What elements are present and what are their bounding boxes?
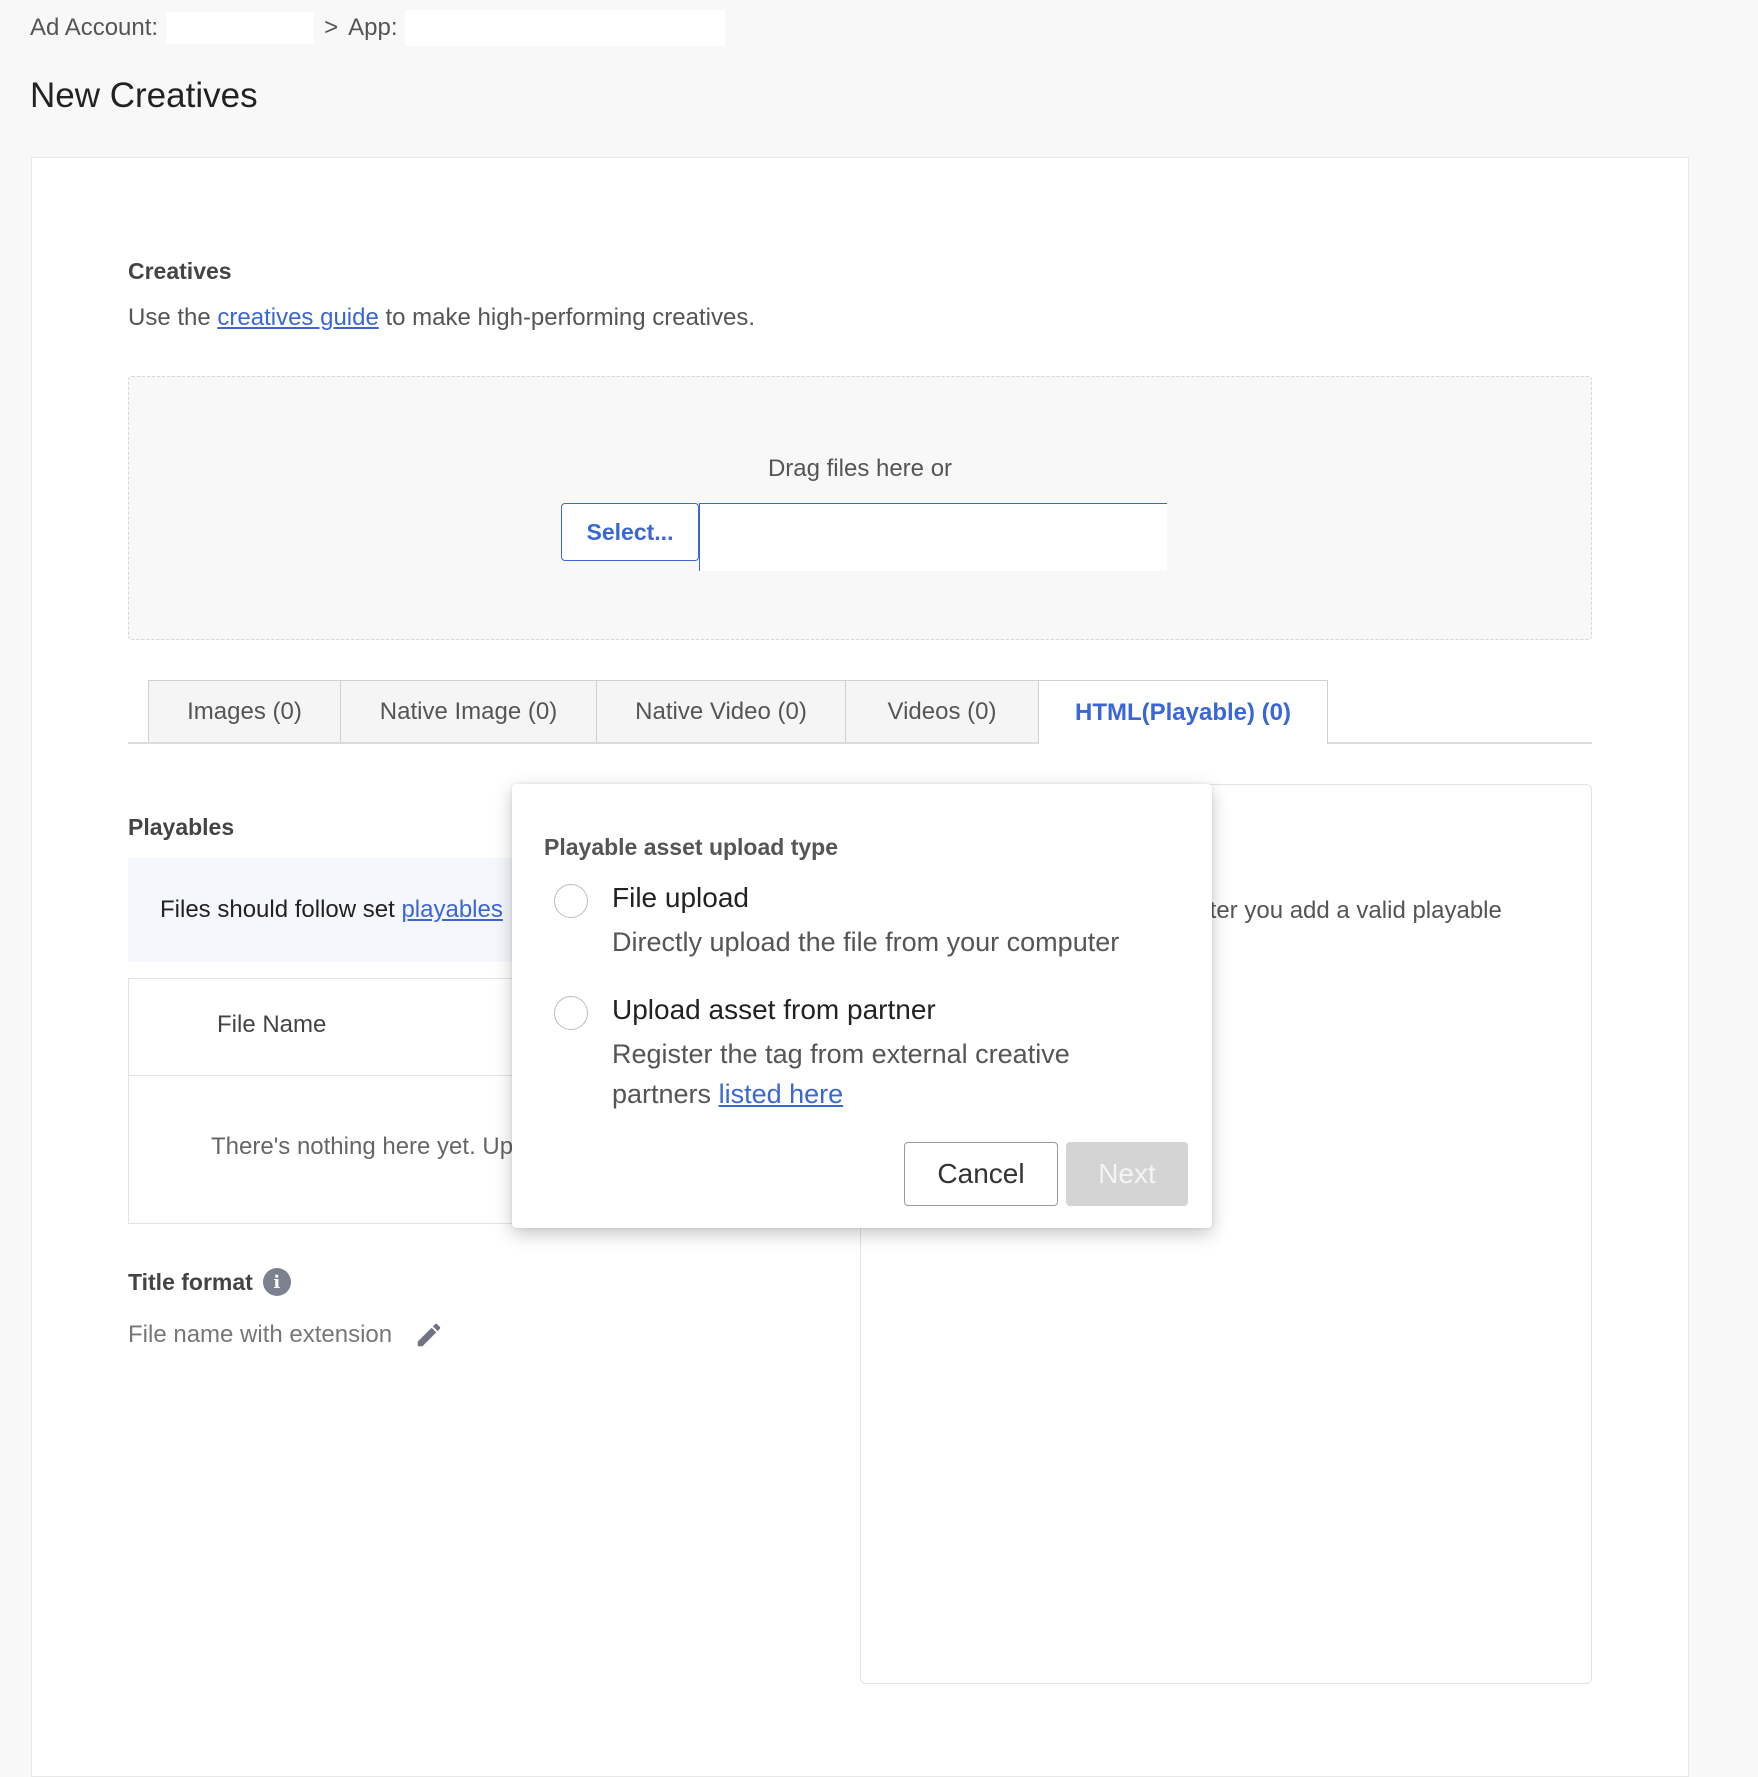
title-format-value: File name with extension xyxy=(128,1321,393,1348)
partner-upload-option-desc: Register the tag from external creative … xyxy=(612,1034,1070,1114)
title-format-row: Title format i xyxy=(128,1268,291,1296)
title-format-value-row: File name with extension xyxy=(128,1320,444,1350)
partner-upload-radio[interactable] xyxy=(554,996,588,1030)
ad-account-value xyxy=(166,12,315,44)
next-button: Next xyxy=(1066,1142,1188,1206)
tab-images[interactable]: Images (0) xyxy=(148,680,341,742)
app-value xyxy=(405,10,726,46)
tab-html-playable[interactable]: HTML(Playable) (0) xyxy=(1038,680,1328,744)
app-label: App: xyxy=(348,14,398,41)
partner-desc-line2: partners listed here xyxy=(612,1074,1070,1114)
partners-listed-here-link[interactable]: listed here xyxy=(719,1079,844,1109)
creative-type-tabs: Images (0) Native Image (0) Native Video… xyxy=(128,680,1592,744)
tab-videos[interactable]: Videos (0) xyxy=(845,680,1039,742)
file-name-column-header: File Name xyxy=(217,1011,327,1038)
page-title: New Creatives xyxy=(30,76,258,115)
drag-files-text: Drag files here or xyxy=(767,455,953,482)
modal-title: Playable asset upload type xyxy=(544,834,839,860)
upload-type-modal: Playable asset upload type File upload D… xyxy=(512,784,1212,1228)
select-files-button[interactable]: Select... xyxy=(561,503,699,561)
playables-heading: Playables xyxy=(128,814,235,840)
guide-prefix: Use the xyxy=(128,304,211,331)
file-dropzone[interactable]: Drag files here or Select... xyxy=(128,376,1592,640)
partner-desc-line1: Register the tag from external creative xyxy=(612,1039,1070,1069)
file-upload-option-title[interactable]: File upload xyxy=(612,882,749,914)
breadcrumb-separator: > xyxy=(324,14,339,41)
ad-account-label: Ad Account: xyxy=(30,14,159,41)
selected-file-field xyxy=(699,503,1167,571)
guide-suffix: to make high-performing creatives. xyxy=(385,304,756,331)
pencil-icon[interactable] xyxy=(414,1320,444,1350)
breadcrumb: Ad Account: > App: xyxy=(30,10,726,46)
cancel-button[interactable]: Cancel xyxy=(904,1142,1058,1206)
file-upload-radio[interactable] xyxy=(554,884,588,918)
title-format-label: Title format xyxy=(128,1268,253,1295)
tab-native-image[interactable]: Native Image (0) xyxy=(340,680,597,742)
partner-upload-option-title[interactable]: Upload asset from partner xyxy=(612,994,936,1026)
creatives-guide-link[interactable]: creatives guide xyxy=(217,304,378,331)
playables-spec-link[interactable]: playables xyxy=(401,896,502,924)
file-upload-option-desc: Directly upload the file from your compu… xyxy=(612,927,1120,957)
playables-info-prefix: Files should follow set xyxy=(160,896,395,923)
partner-desc-prefix: partners xyxy=(612,1079,712,1109)
tab-native-video[interactable]: Native Video (0) xyxy=(596,680,846,742)
table-empty-text: There's nothing here yet. Up xyxy=(211,1133,514,1160)
creatives-guide-text: Use the creatives guide to make high-per… xyxy=(128,304,755,332)
info-icon[interactable]: i xyxy=(262,1268,291,1296)
preview-help-text: fter you add a valid playable xyxy=(1203,897,1502,924)
creatives-heading: Creatives xyxy=(128,258,232,284)
